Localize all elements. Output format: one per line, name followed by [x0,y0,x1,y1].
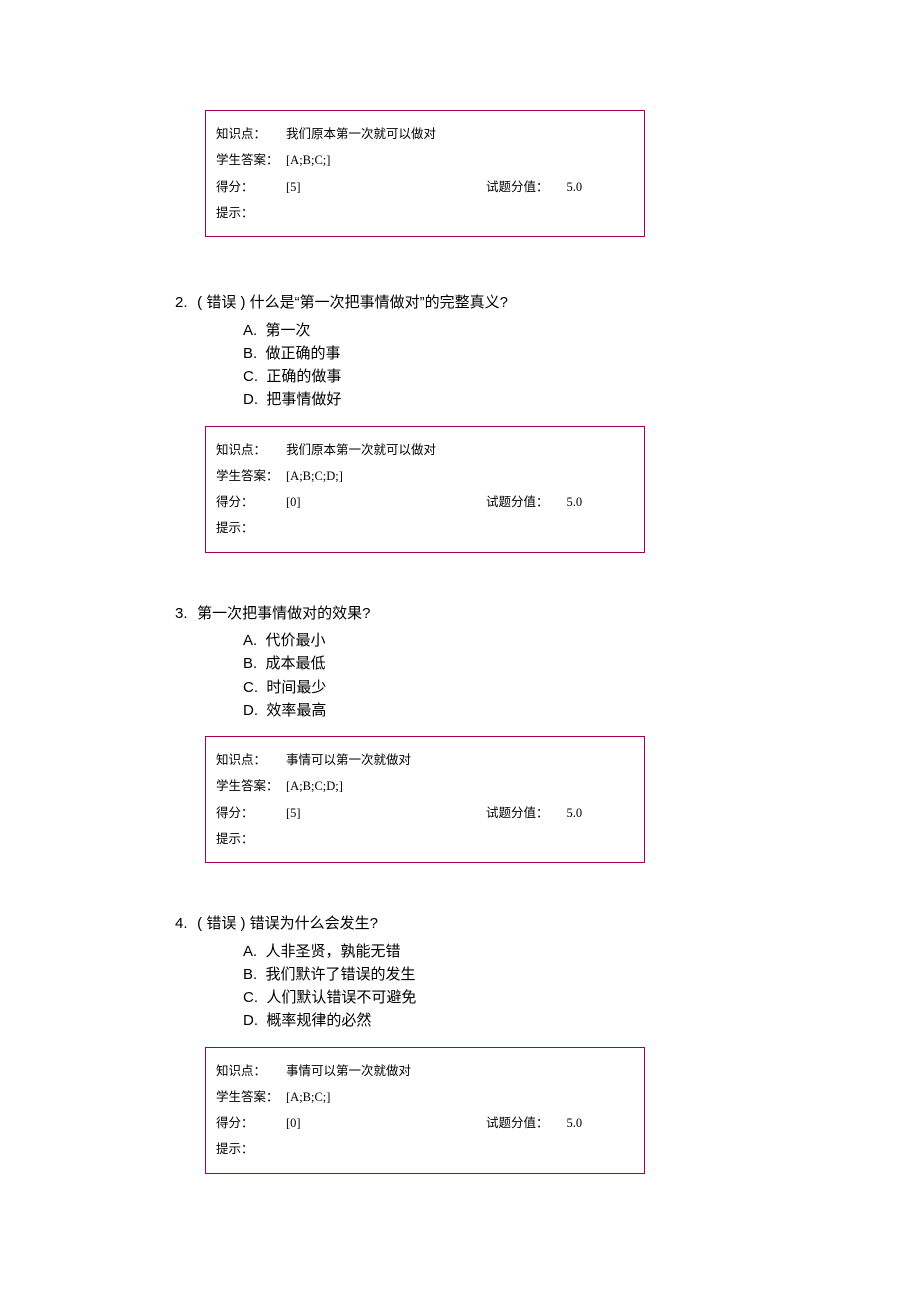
question-block: 4. ( 错误 ) 错误为什么会发生? A. 人非圣贤，孰能无错 B. 我们默许… [175,913,735,1174]
answer-box: 知识点： 事情可以第一次就做对 学生答案： [A;B;C;] 得分： [0] 试… [205,1047,645,1174]
score-value: [0] [286,1110,486,1136]
knowledge-value: 事情可以第一次就做对 [286,747,411,773]
option-a-text: 第一次 [266,322,311,339]
option-c: C. 正确的做事 [243,365,735,388]
question-block: 3. 第一次把事情做对的效果? A. 代价最小 B. 成本最低 C. 时间最少 … [175,603,735,864]
options-list: A. 人非圣贤，孰能无错 B. 我们默许了错误的发生 C. 人们默认错误不可避免… [243,940,735,1033]
options-list: A. 第一次 B. 做正确的事 C. 正确的做事 D. 把事情做好 [243,319,735,412]
option-d-text: 把事情做好 [266,391,341,408]
knowledge-value: 我们原本第一次就可以做对 [286,121,436,147]
option-d-text: 效率最高 [266,702,326,719]
knowledge-label: 知识点： [216,437,286,463]
option-c-text: 时间最少 [266,679,326,696]
question-status: ( 错误 ) [197,294,245,311]
question-block: 2. ( 错误 ) 什么是“第一次把事情做对”的完整真义? A. 第一次 B. … [175,292,735,553]
page: 知识点： 我们原本第一次就可以做对 学生答案： [A;B;C;] 得分： [5]… [0,0,920,1303]
question-text: 3. 第一次把事情做对的效果? [175,603,735,626]
knowledge-value: 事情可以第一次就做对 [286,1058,411,1084]
full-value-label: 试题分值： [486,174,549,200]
option-c-text: 人们默认错误不可避免 [266,989,416,1006]
student-answer-value: [A;B;C;D;] [286,463,343,489]
score-label: 得分： [216,1110,286,1136]
student-answer-label: 学生答案： [216,147,286,173]
option-b-text: 做正确的事 [266,345,341,362]
score-label: 得分： [216,174,286,200]
hint-label: 提示： [216,826,286,852]
score-label: 得分： [216,489,286,515]
knowledge-label: 知识点： [216,747,286,773]
full-value: 5.0 [567,1110,583,1136]
question-status: ( 错误 ) [197,915,245,932]
option-a-text: 人非圣贤，孰能无错 [266,943,401,960]
question-number: 4. [175,913,193,936]
answer-box: 知识点： 我们原本第一次就可以做对 学生答案： [A;B;C;D;] 得分： [… [205,426,645,553]
question-body: 什么是“第一次把事情做对”的完整真义? [250,294,508,311]
question-block: 知识点： 我们原本第一次就可以做对 学生答案： [A;B;C;] 得分： [5]… [175,110,735,237]
knowledge-label: 知识点： [216,121,286,147]
option-b: B. 成本最低 [243,652,735,675]
score-value: [5] [286,174,486,200]
full-value: 5.0 [567,489,583,515]
student-answer-label: 学生答案： [216,1084,286,1110]
option-b: B. 做正确的事 [243,342,735,365]
option-b-text: 成本最低 [266,655,326,672]
full-value: 5.0 [567,800,583,826]
option-d: D. 效率最高 [243,699,735,722]
question-number: 2. [175,292,193,315]
option-a-text: 代价最小 [266,632,326,649]
answer-box: 知识点： 我们原本第一次就可以做对 学生答案： [A;B;C;] 得分： [5]… [205,110,645,237]
option-c: C. 时间最少 [243,676,735,699]
hint-label: 提示： [216,1136,286,1162]
answer-box: 知识点： 事情可以第一次就做对 学生答案： [A;B;C;D;] 得分： [5]… [205,736,645,863]
full-value-label: 试题分值： [486,489,549,515]
score-value: [5] [286,800,486,826]
student-answer-value: [A;B;C;] [286,147,330,173]
option-a: A. 代价最小 [243,629,735,652]
option-b-text: 我们默许了错误的发生 [266,966,416,983]
question-number: 3. [175,603,193,626]
knowledge-label: 知识点： [216,1058,286,1084]
question-text: 2. ( 错误 ) 什么是“第一次把事情做对”的完整真义? [175,292,735,315]
score-label: 得分： [216,800,286,826]
options-list: A. 代价最小 B. 成本最低 C. 时间最少 D. 效率最高 [243,629,735,722]
question-body: 第一次把事情做对的效果? [197,605,370,622]
hint-label: 提示： [216,200,286,226]
full-value-label: 试题分值： [486,800,549,826]
option-d-text: 概率规律的必然 [266,1012,371,1029]
option-d: D. 把事情做好 [243,388,735,411]
knowledge-value: 我们原本第一次就可以做对 [286,437,436,463]
student-answer-value: [A;B;C;] [286,1084,330,1110]
option-a: A. 第一次 [243,319,735,342]
score-value: [0] [286,489,486,515]
question-body: 错误为什么会发生? [250,915,378,932]
student-answer-value: [A;B;C;D;] [286,773,343,799]
question-text: 4. ( 错误 ) 错误为什么会发生? [175,913,735,936]
option-b: B. 我们默许了错误的发生 [243,963,735,986]
option-c: C. 人们默认错误不可避免 [243,986,735,1009]
student-answer-label: 学生答案： [216,773,286,799]
option-a: A. 人非圣贤，孰能无错 [243,940,735,963]
hint-label: 提示： [216,515,286,541]
full-value: 5.0 [567,174,583,200]
student-answer-label: 学生答案： [216,463,286,489]
option-d: D. 概率规律的必然 [243,1009,735,1032]
full-value-label: 试题分值： [486,1110,549,1136]
option-c-text: 正确的做事 [266,368,341,385]
